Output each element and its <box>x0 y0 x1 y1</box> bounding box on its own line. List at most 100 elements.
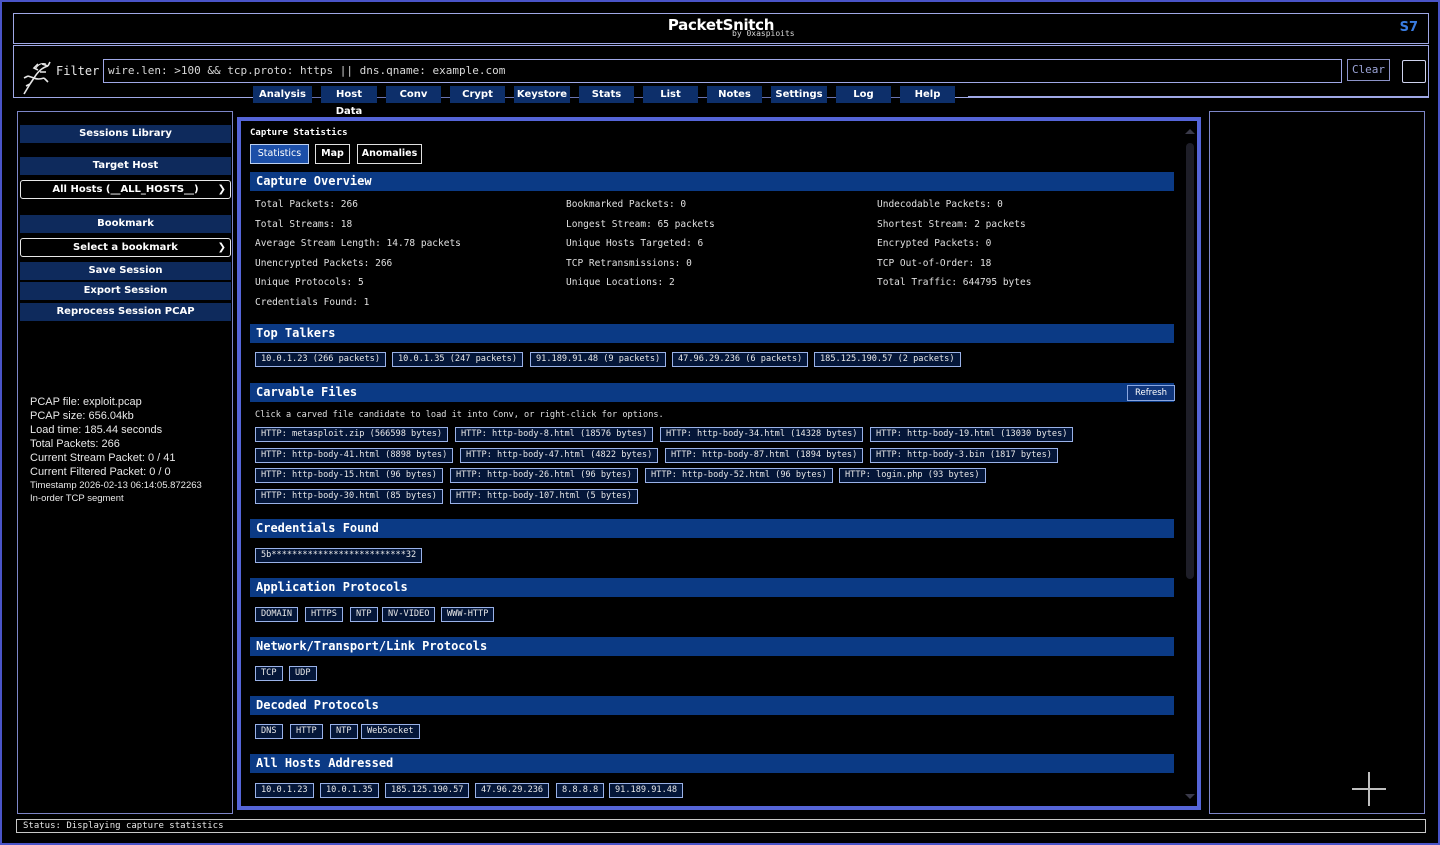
carved-file-chip[interactable]: HTTP: http-body-3.bin (1817 bytes) <box>870 448 1058 463</box>
tab-analysis[interactable]: Analysis <box>253 86 312 103</box>
carved-file-chip[interactable]: HTTP: login.php (93 bytes) <box>839 468 986 483</box>
protocol-chip[interactable]: NV-VIDEO <box>382 607 436 622</box>
export-session-button[interactable]: Export Session <box>20 282 231 300</box>
subtab-anomalies[interactable]: Anomalies <box>357 144 422 164</box>
total-packets: Total Packets: 266 <box>30 438 120 450</box>
protocol-chip[interactable]: DNS <box>255 724 283 739</box>
carvable-hint: Click a carved file candidate to load it… <box>255 410 664 420</box>
carved-file-chip[interactable]: HTTP: metasploit.zip (566598 bytes) <box>255 427 449 442</box>
host-chip[interactable]: 8.8.8.8 <box>556 783 605 798</box>
tab-stats[interactable]: Stats <box>579 86 634 103</box>
carved-file-chip[interactable]: HTTP: http-body-34.html (14328 bytes) <box>660 427 864 442</box>
subtab-map[interactable]: Map <box>315 144 350 164</box>
scroll-up-arrow-icon[interactable] <box>1185 129 1195 134</box>
section-credentials: Credentials Found <box>250 519 1174 538</box>
status-bar: Status: Displaying capture statistics <box>16 819 1426 833</box>
host-select-value: All Hosts (__ALL_HOSTS__) <box>52 184 199 195</box>
subtab-statistics[interactable]: Statistics <box>250 144 309 164</box>
bookmark-label: Bookmark <box>20 215 231 233</box>
carved-file-chip[interactable]: HTTP: http-body-30.html (85 bytes) <box>255 489 443 504</box>
filter-label: Filter <box>56 64 100 78</box>
target-host-label: Target Host <box>20 157 231 175</box>
protocol-chip[interactable]: WebSocket <box>361 724 420 739</box>
tab-host-data[interactable]: Host Data <box>321 86 377 117</box>
stat-item: Total Streams: 18 <box>255 219 353 230</box>
tab-help[interactable]: Help <box>900 86 955 103</box>
protocol-chip[interactable]: HTTPS <box>305 607 343 622</box>
protocol-chip[interactable]: WWW-HTTP <box>441 607 495 622</box>
carved-file-chip[interactable]: HTTP: http-body-26.html (96 bytes) <box>450 468 638 483</box>
tab-crypt[interactable]: Crypt <box>450 86 505 103</box>
protocol-chip[interactable]: UDP <box>289 666 317 681</box>
bookmark-select-value: Select a bookmark <box>73 242 178 253</box>
toggle-button[interactable] <box>1402 60 1426 83</box>
current-filtered-packet: Current Filtered Packet: 0 / 0 <box>30 466 171 478</box>
host-chip[interactable]: 47.96.29.236 <box>475 783 550 798</box>
protocol-chip[interactable]: HTTP <box>290 724 323 739</box>
host-chip[interactable]: 185.125.190.57 <box>385 783 470 798</box>
host-select[interactable]: All Hosts (__ALL_HOSTS__) ❯ <box>20 180 231 199</box>
scrollbar[interactable] <box>1186 143 1194 579</box>
section-capture-overview: Capture Overview <box>250 172 1174 191</box>
packet-bug-icon <box>23 61 51 95</box>
tab-notes[interactable]: Notes <box>707 86 762 103</box>
section-application-protocols: Application Protocols <box>250 578 1174 597</box>
host-chip[interactable]: 10.0.1.35 <box>320 783 379 798</box>
timestamp: Timestamp 2026-02-13 06:14:05.872263 <box>30 480 202 491</box>
sessions-library-button[interactable]: Sessions Library <box>20 125 231 143</box>
pcap-file: PCAP file: exploit.pcap <box>30 396 142 408</box>
stat-item: Unique Protocols: 5 <box>255 277 364 288</box>
capture-statistics-panel: Capture Statistics Statistics Map Anomal… <box>237 117 1201 810</box>
talker-chip[interactable]: 10.0.1.23 (266 packets) <box>255 352 386 367</box>
tab-list[interactable]: List <box>643 86 698 103</box>
bookmark-select[interactable]: Select a bookmark ❯ <box>20 238 231 257</box>
stat-item: Undecodable Packets: 0 <box>877 199 1003 210</box>
section-carvable-files: Carvable Files <box>250 383 1174 402</box>
chevron-down-icon: ❯ <box>217 184 226 195</box>
filter-input[interactable]: wire.len: >100 && tcp.proto: https || dn… <box>103 59 1342 83</box>
clear-button[interactable]: Clear <box>1347 59 1390 81</box>
carved-file-chip[interactable]: HTTP: http-body-52.html (96 bytes) <box>645 468 833 483</box>
reprocess-pcap-button[interactable]: Reprocess Session PCAP <box>20 303 231 321</box>
tab-keystore[interactable]: Keystore <box>514 86 570 103</box>
stat-item: Unique Hosts Targeted: 6 <box>566 238 704 249</box>
carved-file-chip[interactable]: HTTP: http-body-107.html (5 bytes) <box>450 489 638 504</box>
talker-chip[interactable]: 47.96.29.236 (6 packets) <box>672 352 809 367</box>
talker-chip[interactable]: 10.0.1.35 (247 packets) <box>392 352 523 367</box>
save-session-button[interactable]: Save Session <box>20 262 231 280</box>
protocol-chip[interactable]: TCP <box>255 666 283 681</box>
stat-item: TCP Out-of-Order: 18 <box>877 258 992 269</box>
main-tabs: Analysis Host Data Conv Crypt Keystore S… <box>253 86 955 117</box>
scroll-down-arrow-icon[interactable] <box>1185 794 1195 799</box>
stat-item: Average Stream Length: 14.78 packets <box>255 238 461 249</box>
tab-log[interactable]: Log <box>836 86 891 103</box>
load-time: Load time: 185.44 seconds <box>30 424 163 436</box>
stat-item: Total Packets: 266 <box>255 199 358 210</box>
plus-icon[interactable] <box>1352 772 1386 806</box>
refresh-button[interactable]: Refresh <box>1127 385 1175 401</box>
stat-item: TCP Retransmissions: 0 <box>566 258 692 269</box>
chevron-down-icon: ❯ <box>217 242 226 253</box>
credential-chip[interactable]: 5b**************************32 <box>255 548 423 563</box>
stat-item: Unique Locations: 2 <box>566 277 675 288</box>
carved-file-chip[interactable]: HTTP: http-body-8.html (18576 bytes) <box>455 427 654 442</box>
protocol-chip[interactable]: DOMAIN <box>255 607 299 622</box>
protocol-chip[interactable]: NTP <box>330 724 358 739</box>
tab-conv[interactable]: Conv <box>386 86 441 103</box>
version-badge: S7 <box>1399 20 1418 35</box>
carved-file-chip[interactable]: HTTP: http-body-15.html (96 bytes) <box>255 468 443 483</box>
stat-item: Credentials Found: 1 <box>255 297 370 308</box>
protocol-chip[interactable]: NTP <box>350 607 378 622</box>
left-sidebar: Sessions Library Target Host All Hosts (… <box>17 111 233 814</box>
carved-file-chip[interactable]: HTTP: http-body-87.html (1894 bytes) <box>665 448 864 463</box>
stat-item: Longest Stream: 65 packets <box>566 219 715 230</box>
carved-file-chip[interactable]: HTTP: http-body-47.html (4822 bytes) <box>460 448 659 463</box>
talker-chip[interactable]: 185.125.190.57 (2 packets) <box>814 352 961 367</box>
carved-file-chip[interactable]: HTTP: http-body-41.html (8898 bytes) <box>255 448 454 463</box>
carved-file-chip[interactable]: HTTP: http-body-19.html (13030 bytes) <box>870 427 1074 442</box>
host-chip[interactable]: 91.189.91.48 <box>609 783 684 798</box>
stat-item: Unencrypted Packets: 266 <box>255 258 393 269</box>
tab-settings[interactable]: Settings <box>771 86 827 103</box>
host-chip[interactable]: 10.0.1.23 <box>255 783 314 798</box>
talker-chip[interactable]: 91.189.91.48 (9 packets) <box>530 352 667 367</box>
